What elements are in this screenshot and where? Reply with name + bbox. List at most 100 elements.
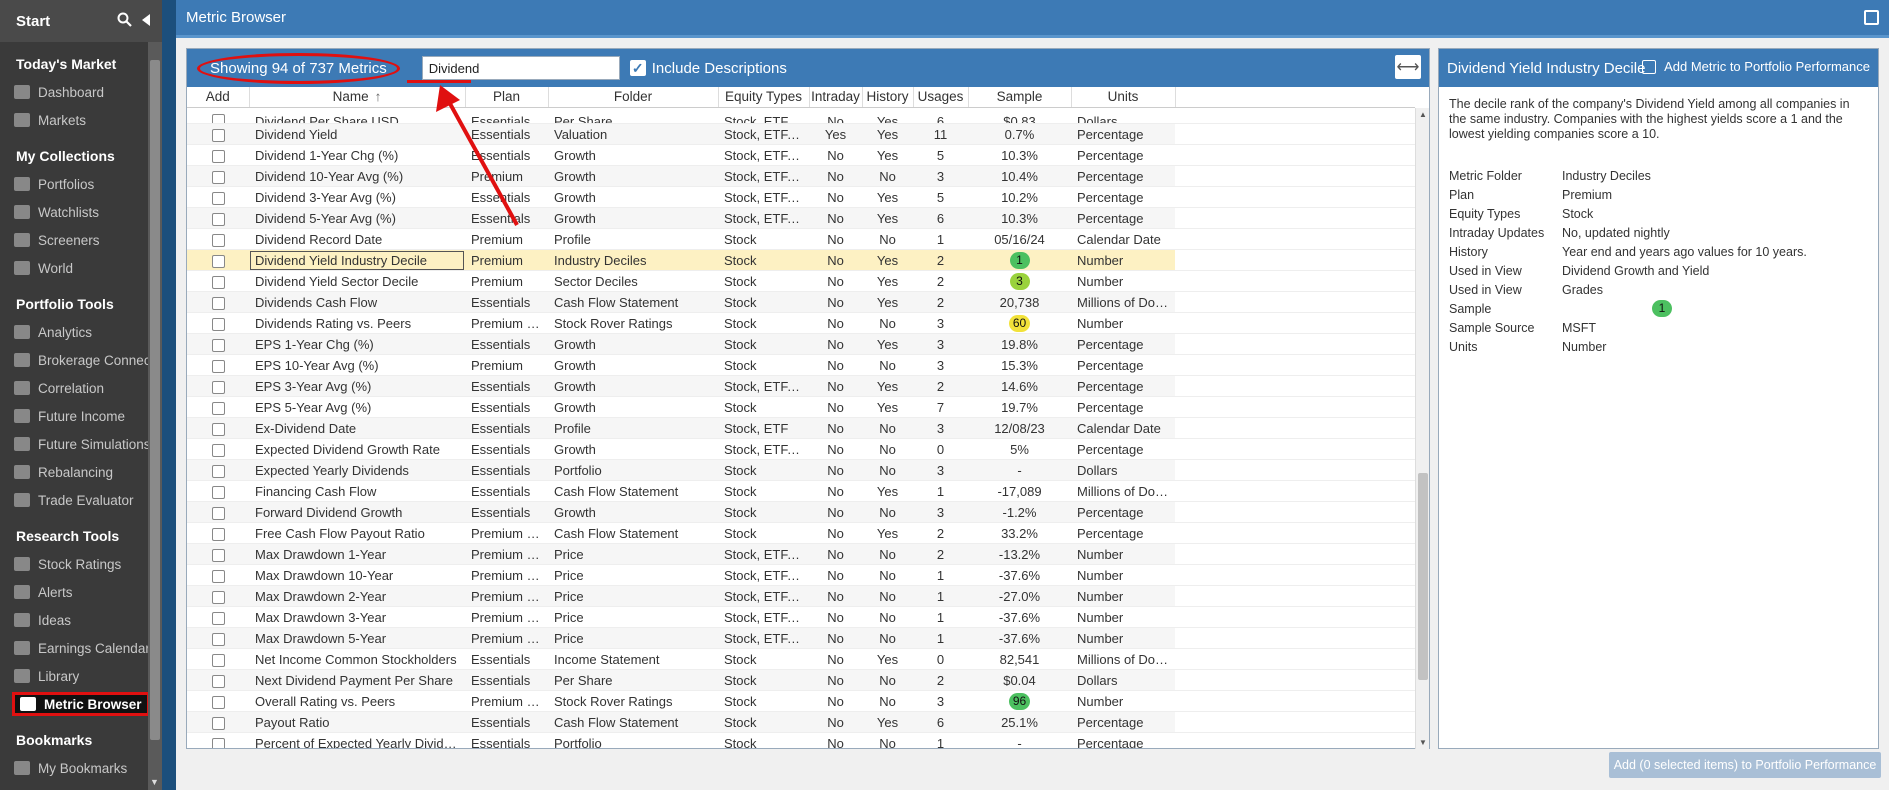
row-checkbox[interactable] <box>211 170 225 184</box>
include-descriptions-toggle[interactable]: ✓ Include Descriptions <box>629 60 787 77</box>
sidebar-item-alerts[interactable]: Alerts <box>0 578 162 606</box>
column-header-folder[interactable]: Folder <box>548 87 719 108</box>
add-metric-toggle[interactable]: Add Metric to Portfolio Performance <box>1642 59 1870 74</box>
row-add-cell[interactable] <box>187 606 249 628</box>
row-checkbox[interactable] <box>211 548 225 562</box>
table-row[interactable]: Payout Ratio Essentials Cash Flow Statemen… <box>187 711 1415 733</box>
table-row[interactable]: Dividend 10-Year Avg (%) Premium Growth Sto… <box>187 165 1415 187</box>
row-checkbox[interactable] <box>211 569 225 583</box>
table-row[interactable]: Dividends Rating vs. Peers Premium Plus St… <box>187 312 1415 334</box>
sidebar-item-future-simulations[interactable]: Future Simulations <box>0 430 162 458</box>
row-add-cell[interactable] <box>187 312 249 334</box>
sidebar-item-metric-browser[interactable]: Metric Browser <box>12 692 150 716</box>
table-row[interactable]: Dividend Yield Essentials Valuation Stock, … <box>187 123 1415 145</box>
column-header-equity-types[interactable]: Equity Types <box>718 87 810 108</box>
row-add-cell[interactable] <box>187 333 249 355</box>
table-row[interactable]: Next Dividend Payment Per Share Essential… <box>187 669 1415 691</box>
checkbox-checked-icon[interactable]: ✓ <box>629 60 646 76</box>
row-checkbox[interactable] <box>211 527 225 541</box>
row-add-cell[interactable] <box>187 228 249 250</box>
expand-button[interactable]: ⟷ <box>1395 55 1421 79</box>
sidebar-item-watchlists[interactable]: Watchlists <box>0 198 162 226</box>
table-row[interactable]: Free Cash Flow Payout Ratio Premium Plus C… <box>187 522 1415 544</box>
table-row[interactable]: Overall Rating vs. Peers Premium Plus Stoc… <box>187 690 1415 712</box>
table-row[interactable]: Dividend Record Date Premium Profile Stock N… <box>187 228 1415 250</box>
row-add-cell[interactable] <box>187 270 249 292</box>
sidebar-item-earnings-calendar[interactable]: Earnings Calendar <box>0 634 162 662</box>
sidebar-item-future-income[interactable]: Future Income <box>0 402 162 430</box>
row-checkbox[interactable] <box>211 590 225 604</box>
row-add-cell[interactable] <box>187 249 249 271</box>
row-add-cell[interactable] <box>187 354 249 376</box>
collapse-sidebar-icon[interactable] <box>142 13 150 26</box>
table-row[interactable]: Ex-Dividend Date Essentials Profile Stock, … <box>187 417 1415 439</box>
column-header-history[interactable]: History <box>862 87 914 108</box>
grid-scroll-thumb[interactable] <box>1418 473 1428 680</box>
table-row[interactable]: Max Drawdown 2-Year Premium Plus Price Stoc… <box>187 585 1415 607</box>
column-header-usages[interactable]: Usages <box>913 87 969 108</box>
row-add-cell[interactable] <box>187 144 249 166</box>
row-checkbox[interactable] <box>211 275 225 289</box>
sidebar-item-my-bookmarks[interactable]: My Bookmarks <box>0 754 162 782</box>
table-row[interactable]: Dividend Yield Sector Decile Premium Secto… <box>187 270 1415 292</box>
table-row[interactable]: Forward Dividend Growth Essentials Growth S… <box>187 501 1415 523</box>
row-add-cell[interactable] <box>187 396 249 418</box>
row-checkbox[interactable] <box>211 716 225 730</box>
row-checkbox[interactable] <box>211 212 225 226</box>
table-row[interactable]: Percent of Expected Yearly Dividends Esse… <box>187 732 1415 748</box>
row-checkbox[interactable] <box>211 149 225 163</box>
row-checkbox[interactable] <box>211 632 225 646</box>
table-row[interactable]: EPS 5-Year Avg (%) Essentials Growth Stock N… <box>187 396 1415 418</box>
table-row[interactable]: Expected Dividend Growth Rate Essentials G… <box>187 438 1415 460</box>
column-header-units[interactable]: Units <box>1071 87 1176 108</box>
scroll-up-icon[interactable]: ▲ <box>1419 110 1427 119</box>
row-add-cell[interactable] <box>187 417 249 439</box>
row-add-cell[interactable] <box>187 732 249 748</box>
sidebar-start[interactable]: Start <box>0 0 162 42</box>
row-checkbox[interactable] <box>211 737 225 748</box>
checkbox-unchecked-icon[interactable] <box>1642 59 1657 74</box>
table-row[interactable]: EPS 1-Year Chg (%) Essentials Growth Stock N… <box>187 333 1415 355</box>
row-add-cell[interactable] <box>187 207 249 229</box>
row-checkbox[interactable] <box>211 191 225 205</box>
row-checkbox[interactable] <box>211 422 225 436</box>
table-row[interactable]: Max Drawdown 5-Year Premium Plus Price Stoc… <box>187 627 1415 649</box>
sidebar-scroll-thumb[interactable] <box>150 60 160 740</box>
table-row[interactable]: Financing Cash Flow Essentials Cash Flow S… <box>187 480 1415 502</box>
table-row[interactable]: Dividend 3-Year Avg (%) Essentials Growth S… <box>187 186 1415 208</box>
table-row[interactable]: Dividends Cash Flow Essentials Cash Flow S… <box>187 291 1415 313</box>
row-checkbox[interactable] <box>211 380 225 394</box>
scroll-down-icon[interactable]: ▼ <box>1419 738 1427 747</box>
row-add-cell[interactable] <box>187 375 249 397</box>
row-add-cell[interactable] <box>187 543 249 565</box>
row-checkbox[interactable] <box>211 338 225 352</box>
sidebar-item-brokerage-connect[interactable]: Brokerage Connect <box>0 346 162 374</box>
sidebar-item-screeners[interactable]: Screeners <box>0 226 162 254</box>
column-header-name[interactable]: Name ↑ <box>249 87 466 108</box>
scroll-down-icon[interactable]: ▼ <box>150 777 159 787</box>
column-header-add[interactable]: Add <box>187 87 250 108</box>
row-checkbox[interactable] <box>211 485 225 499</box>
row-add-cell[interactable] <box>187 291 249 313</box>
row-add-cell[interactable] <box>187 648 249 670</box>
row-add-cell[interactable] <box>187 690 249 712</box>
row-add-cell[interactable] <box>187 186 249 208</box>
row-checkbox[interactable] <box>211 233 225 247</box>
sidebar-item-correlation[interactable]: Correlation <box>0 374 162 402</box>
sidebar-item-dashboard[interactable]: Dashboard <box>0 78 162 106</box>
row-add-cell[interactable] <box>187 459 249 481</box>
grid-scrollbar[interactable]: ▲ ▼ <box>1415 108 1429 749</box>
row-add-cell[interactable] <box>187 480 249 502</box>
row-checkbox[interactable] <box>211 506 225 520</box>
table-row[interactable]: Net Income Common Stockholders Essentials… <box>187 648 1415 670</box>
row-add-cell[interactable] <box>187 165 249 187</box>
column-header-sample[interactable]: Sample <box>968 87 1072 108</box>
row-add-cell[interactable] <box>187 564 249 586</box>
row-add-cell[interactable] <box>187 501 249 523</box>
row-checkbox[interactable] <box>211 695 225 709</box>
table-row[interactable]: Dividend Yield Industry Decile Premium Ind… <box>187 249 1415 271</box>
search-input[interactable] <box>421 56 620 80</box>
sidebar-scrollbar[interactable]: ▼ <box>148 42 162 790</box>
row-add-cell[interactable] <box>187 627 249 649</box>
column-header-intraday[interactable]: Intraday <box>809 87 863 108</box>
